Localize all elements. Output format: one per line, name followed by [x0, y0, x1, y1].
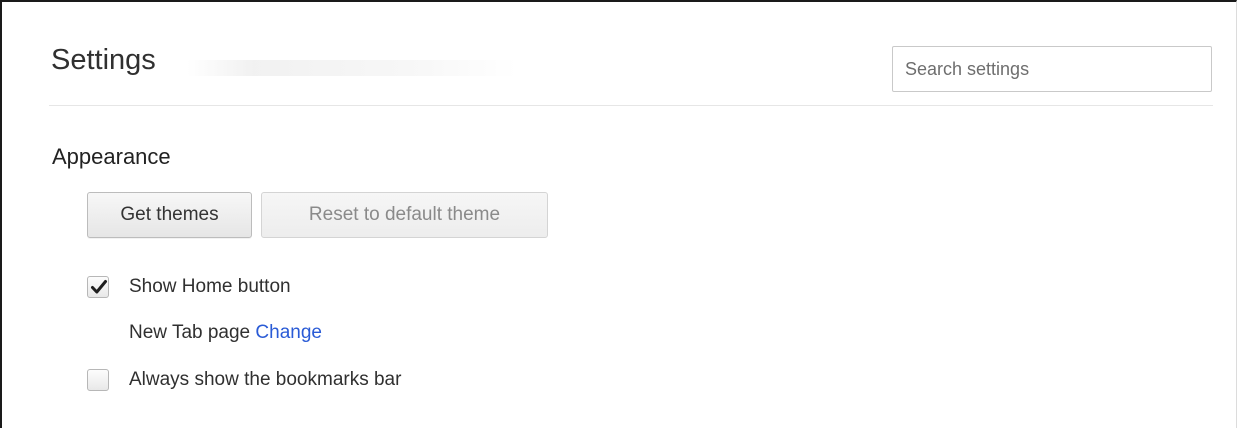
- title-fade-decoration: [187, 60, 517, 76]
- home-page-setting: New Tab page Change: [129, 322, 322, 344]
- get-themes-button[interactable]: Get themes: [87, 192, 252, 238]
- settings-page: Settings Appearance Get themes Reset to …: [0, 0, 1237, 428]
- bookmarks-bar-checkbox[interactable]: [87, 369, 109, 391]
- bookmarks-bar-row[interactable]: Always show the bookmarks bar: [87, 368, 401, 392]
- show-home-button-checkbox[interactable]: [87, 276, 109, 298]
- header-divider: [49, 105, 1213, 106]
- search-input[interactable]: [892, 46, 1212, 92]
- show-home-button-label: Show Home button: [129, 276, 291, 297]
- reset-theme-button[interactable]: Reset to default theme: [261, 192, 548, 238]
- show-home-button-row[interactable]: Show Home button: [87, 275, 291, 299]
- checkmark-icon: [91, 280, 107, 294]
- section-title-appearance: Appearance: [52, 144, 171, 169]
- page-title: Settings: [51, 44, 156, 76]
- bookmarks-bar-label: Always show the bookmarks bar: [129, 369, 402, 390]
- home-page-value: New Tab page: [129, 322, 251, 343]
- change-home-page-link[interactable]: Change: [255, 322, 322, 343]
